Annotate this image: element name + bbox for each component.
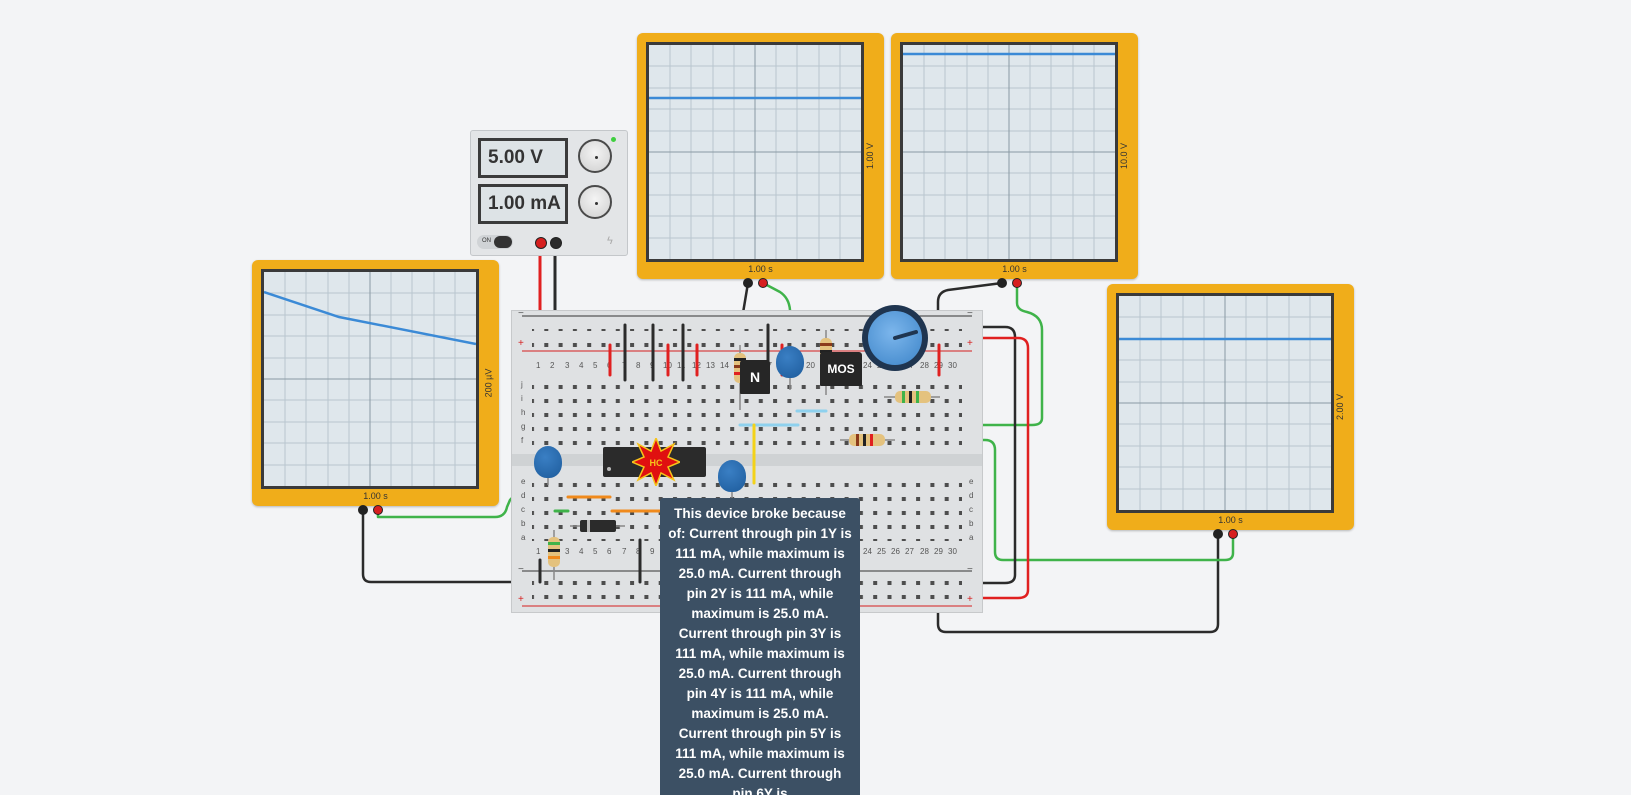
npn-transistor[interactable]: N: [740, 360, 770, 394]
potentiometer-pointer-icon: [893, 330, 918, 340]
error-message: This device broke because of: Current th…: [668, 506, 852, 795]
chip-label: HC: [650, 458, 663, 468]
npn-label: N: [749, 369, 761, 385]
circuit-canvas[interactable]: 5.00 V 1.00 mA ON ϟ 1.00 s 200 µV 1.00 s…: [0, 0, 1631, 795]
potentiometer[interactable]: [862, 305, 928, 371]
capacitor-3[interactable]: [776, 346, 804, 378]
resistor-5: [548, 530, 560, 580]
chip-pin1-dot: [607, 467, 611, 471]
capacitor-1[interactable]: [534, 446, 562, 478]
resistor-3: [884, 391, 940, 403]
capacitor-2[interactable]: [718, 460, 746, 492]
broken-burst-icon: HC: [632, 438, 680, 486]
error-tooltip: This device broke because of: Current th…: [660, 498, 860, 795]
mosfet-label: MOS: [827, 362, 855, 376]
resistor-4: [840, 434, 895, 446]
diode: [570, 520, 625, 532]
mosfet[interactable]: MOS: [820, 352, 862, 386]
